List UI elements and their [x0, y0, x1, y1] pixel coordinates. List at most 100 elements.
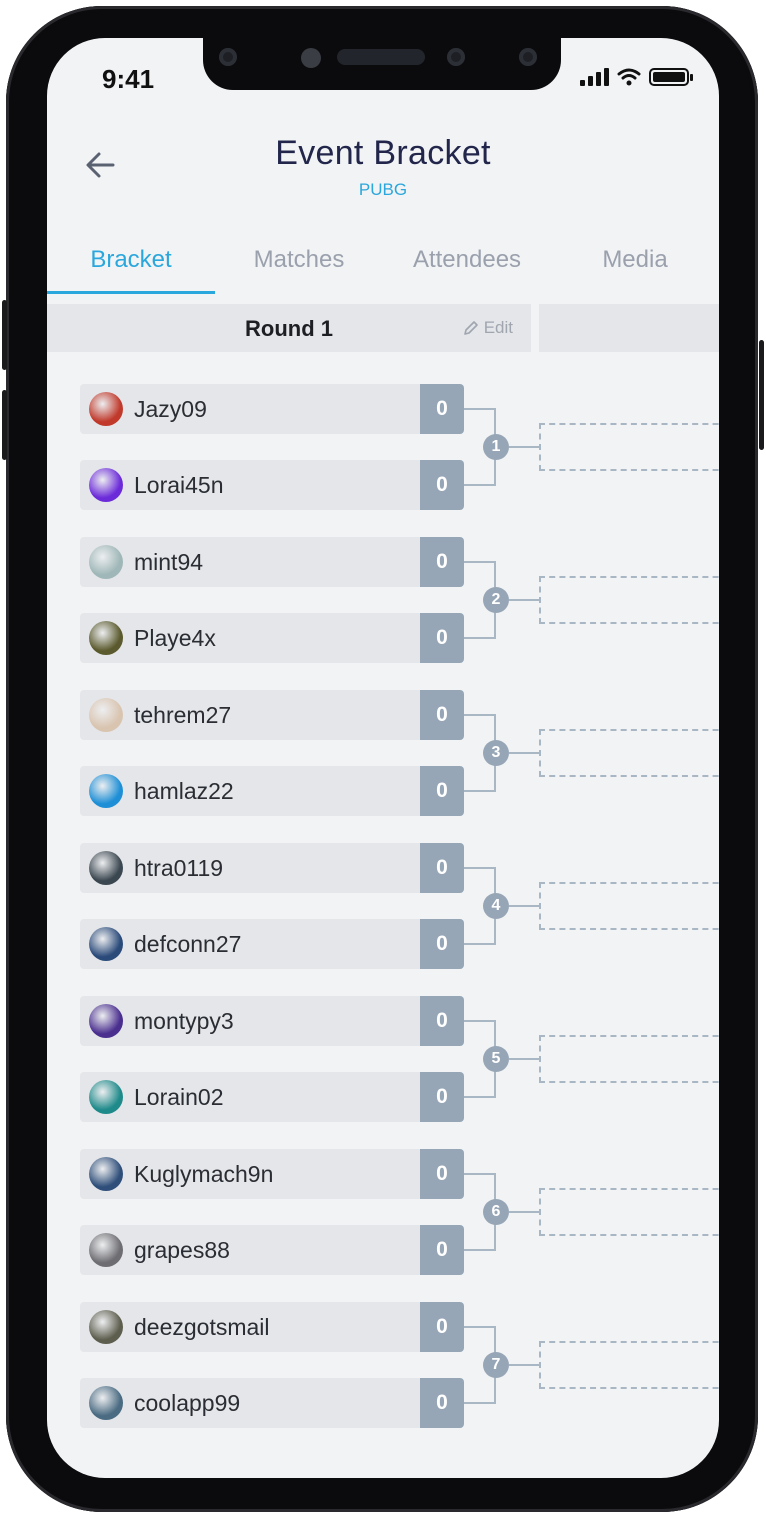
- volume-down-button: [2, 390, 7, 460]
- player-name: coolapp99: [134, 1390, 241, 1416]
- edit-label: Edit: [483, 318, 513, 337]
- avatar: [89, 1310, 123, 1344]
- next-round-slot[interactable]: [539, 423, 719, 471]
- player-row[interactable]: defconn27 0: [80, 919, 464, 969]
- player-score[interactable]: 0: [420, 1225, 464, 1275]
- player-score[interactable]: 0: [420, 613, 464, 663]
- player-score[interactable]: 0: [420, 384, 464, 434]
- player-name: htra0119: [134, 855, 224, 881]
- player-row[interactable]: grapes88 0: [80, 1225, 464, 1275]
- avatar: [89, 698, 123, 732]
- next-round-slot[interactable]: [539, 1188, 719, 1236]
- next-round-slot[interactable]: [539, 882, 719, 930]
- bracket-out-line: [509, 446, 539, 448]
- next-round-slot[interactable]: [539, 1035, 719, 1083]
- next-round-slot[interactable]: [539, 1341, 719, 1389]
- player-score[interactable]: 0: [420, 919, 464, 969]
- camera-icon: [219, 48, 237, 66]
- next-round-slot[interactable]: [539, 729, 719, 777]
- tab-media[interactable]: Media: [551, 228, 719, 304]
- status-time: 9:41: [102, 64, 155, 94]
- player-row[interactable]: Lorain02 0: [80, 1072, 464, 1122]
- player-score[interactable]: 0: [420, 1302, 464, 1352]
- status-icons: [580, 68, 693, 86]
- avatar: [89, 1157, 123, 1191]
- match-number-badge[interactable]: 1: [483, 434, 509, 460]
- player-name-box: Playe4x: [80, 613, 420, 663]
- player-score[interactable]: 0: [420, 690, 464, 740]
- player-row[interactable]: Kuglymach9n 0: [80, 1149, 464, 1199]
- player-name-box: htra0119: [80, 843, 420, 893]
- player-score[interactable]: 0: [420, 1149, 464, 1199]
- player-row[interactable]: tehrem27 0: [80, 690, 464, 740]
- tab-matches[interactable]: Matches: [215, 228, 383, 304]
- next-round-slot[interactable]: [539, 576, 719, 624]
- player-name-box: defconn27: [80, 919, 420, 969]
- bracket-out-line: [509, 905, 539, 907]
- avatar: [89, 851, 123, 885]
- avatar: [89, 1233, 123, 1267]
- player-row[interactable]: hamlaz22 0: [80, 766, 464, 816]
- player-score[interactable]: 0: [420, 766, 464, 816]
- player-name: Kuglymach9n: [134, 1161, 274, 1187]
- match-number-badge[interactable]: 4: [483, 893, 509, 919]
- player-row[interactable]: mint94 0: [80, 537, 464, 587]
- player-name: Jazy09: [134, 396, 207, 422]
- signal-icon: [580, 68, 609, 86]
- player-score[interactable]: 0: [420, 843, 464, 893]
- player-score[interactable]: 0: [420, 1378, 464, 1428]
- player-row[interactable]: Jazy09 0: [80, 384, 464, 434]
- player-name-box: Lorai45n: [80, 460, 420, 510]
- player-name: Lorai45n: [134, 472, 224, 498]
- player-name: hamlaz22: [134, 778, 234, 804]
- notch: [203, 38, 561, 90]
- camera-icon: [447, 48, 465, 66]
- player-score[interactable]: 0: [420, 996, 464, 1046]
- match-number-badge[interactable]: 3: [483, 740, 509, 766]
- match-number-badge[interactable]: 7: [483, 1352, 509, 1378]
- round-header: Round 1 Edit: [47, 304, 531, 352]
- bracket-out-line: [509, 1211, 539, 1213]
- player-row[interactable]: htra0119 0: [80, 843, 464, 893]
- tab-attendees[interactable]: Attendees: [383, 228, 551, 304]
- player-name-box: montypy3: [80, 996, 420, 1046]
- avatar: [89, 392, 123, 426]
- page-title: Event Bracket: [275, 134, 491, 172]
- avatar: [89, 1386, 123, 1420]
- player-row[interactable]: Lorai45n 0: [80, 460, 464, 510]
- bracket-out-line: [509, 752, 539, 754]
- player-name-box: mint94: [80, 537, 420, 587]
- volume-up-button: [2, 300, 7, 370]
- next-round-header: [539, 304, 719, 352]
- edit-button[interactable]: Edit: [463, 318, 513, 338]
- wifi-icon: [617, 68, 641, 86]
- match-number-badge[interactable]: 5: [483, 1046, 509, 1072]
- tab-bracket[interactable]: Bracket: [47, 228, 215, 304]
- player-name: Lorain02: [134, 1084, 224, 1110]
- avatar: [89, 621, 123, 655]
- player-name: Playe4x: [134, 625, 216, 651]
- power-button: [759, 340, 764, 450]
- match-number-badge[interactable]: 2: [483, 587, 509, 613]
- player-name-box: grapes88: [80, 1225, 420, 1275]
- player-name: tehrem27: [134, 702, 232, 728]
- avatar: [89, 545, 123, 579]
- battery-icon: [649, 68, 693, 86]
- player-row[interactable]: deezgotsmail 0: [80, 1302, 464, 1352]
- player-score[interactable]: 0: [420, 537, 464, 587]
- player-score[interactable]: 0: [420, 460, 464, 510]
- avatar: [89, 927, 123, 961]
- player-score[interactable]: 0: [420, 1072, 464, 1122]
- player-name-box: deezgotsmail: [80, 1302, 420, 1352]
- match-number-badge[interactable]: 6: [483, 1199, 509, 1225]
- bracket-out-line: [509, 599, 539, 601]
- player-row[interactable]: Playe4x 0: [80, 613, 464, 663]
- player-name-box: tehrem27: [80, 690, 420, 740]
- player-name: montypy3: [134, 1008, 234, 1034]
- pencil-icon: [463, 321, 478, 335]
- player-row[interactable]: coolapp99 0: [80, 1378, 464, 1428]
- round-title: Round 1: [245, 316, 333, 341]
- tab-bar: Bracket Matches Attendees Media: [47, 228, 719, 304]
- player-name-box: coolapp99: [80, 1378, 420, 1428]
- player-row[interactable]: montypy3 0: [80, 996, 464, 1046]
